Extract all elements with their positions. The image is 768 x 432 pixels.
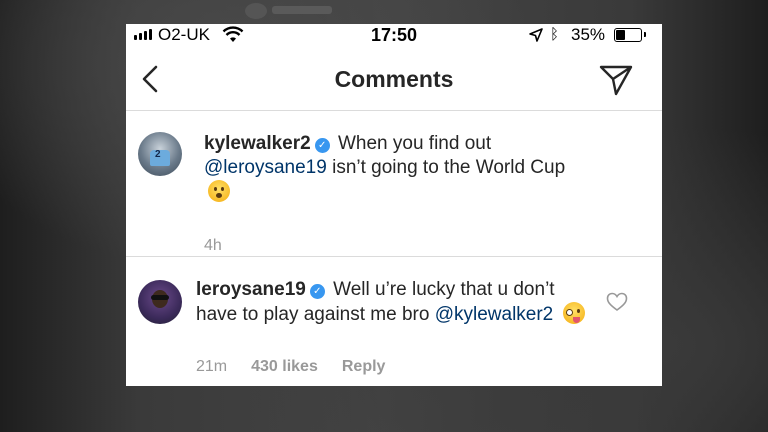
comment-meta: 21m 430 likes Reply — [196, 358, 385, 376]
avatar[interactable] — [138, 280, 182, 324]
avatar[interactable]: 2 — [138, 132, 182, 176]
mention-link[interactable]: @leroysane19 — [204, 157, 327, 178]
avatar-sunglasses — [151, 295, 169, 300]
winking-tongue-face-emoji-icon — [562, 302, 585, 324]
header-divider — [126, 110, 662, 111]
verified-badge-icon: ✓ — [314, 138, 330, 153]
page-title: Comments — [334, 66, 454, 92]
battery-level-fill — [616, 30, 626, 40]
caption-comment: 2 kylewalker2 ✓ When you find out @leroys… — [126, 120, 662, 256]
battery-percentage: 35% — [571, 25, 606, 44]
comment-body: When you find out — [337, 133, 492, 154]
like-button[interactable] — [606, 292, 628, 312]
comment-text: kylewalker2 ✓ When you find out @leroysan… — [204, 132, 584, 205]
send-button[interactable] — [598, 62, 634, 98]
battery-tip — [644, 32, 646, 37]
comment-divider — [126, 256, 662, 257]
background-text-hint — [272, 6, 332, 14]
comments-header: Comments — [126, 52, 662, 110]
comment-username[interactable]: kylewalker2 — [204, 133, 311, 154]
paper-plane-icon — [599, 65, 633, 96]
bluetooth-icon: ᛒ — [550, 26, 560, 43]
phone-screenshot: O2-UK 17:50 ᛒ 35% Comments 2 kylewalker2… — [126, 24, 662, 386]
reply-comment: leroysane19 ✓ Well u’re lucky that u don’… — [126, 260, 662, 386]
surprised-face-emoji-icon — [208, 180, 230, 202]
mention-link[interactable]: @kylewalker2 — [435, 304, 554, 325]
background-avatar-hint — [245, 3, 267, 19]
reply-link[interactable]: Reply — [342, 358, 386, 376]
comment-timestamp: 4h — [204, 237, 222, 254]
comment-timestamp: 21m — [196, 358, 228, 375]
likes-count-link[interactable]: 430 likes — [251, 358, 318, 376]
status-bar: O2-UK 17:50 ᛒ 35% — [126, 24, 662, 46]
location-arrow-icon — [529, 28, 543, 42]
heart-outline-icon — [606, 292, 628, 311]
comment-username[interactable]: leroysane19 — [196, 279, 306, 300]
comment-text: leroysane19 ✓ Well u’re lucky that u don’… — [196, 278, 596, 327]
comment-body-end: isn’t going to the World Cup — [332, 157, 566, 178]
battery-icon — [614, 28, 642, 42]
avatar-jersey-number: 2 — [155, 149, 161, 160]
verified-badge-icon: ✓ — [309, 284, 325, 299]
